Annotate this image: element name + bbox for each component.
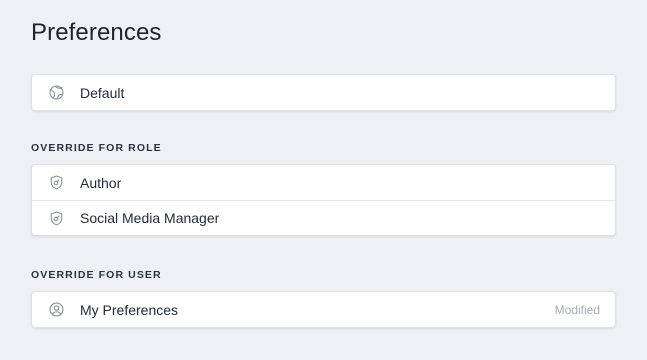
modified-badge: Modified: [554, 302, 600, 317]
override-user-heading: OVERRIDE FOR USER: [31, 269, 162, 281]
shield-icon: [47, 209, 65, 227]
default-preference-item[interactable]: Default: [32, 75, 615, 110]
user-circle-icon: [47, 301, 65, 319]
role-overrides-card: Author Social Media Manager: [31, 164, 616, 236]
globe-icon: [47, 84, 65, 102]
role-item-label: Author: [80, 174, 122, 191]
role-item-social-media-manager[interactable]: Social Media Manager: [32, 200, 615, 235]
user-item-label: My Preferences: [80, 301, 179, 318]
default-card: Default: [31, 74, 616, 111]
user-overrides-card: My Preferences Modified: [31, 291, 616, 328]
default-preference-label: Default: [80, 84, 125, 101]
role-item-author[interactable]: Author: [32, 165, 615, 200]
role-item-label: Social Media Manager: [80, 210, 220, 226]
preferences-page: Preferences Default OVERRIDE FOR ROLE Au…: [0, 0, 647, 360]
user-item-my-preferences[interactable]: My Preferences Modified: [32, 292, 615, 327]
page-title: Preferences: [31, 19, 162, 46]
shield-icon: [47, 174, 65, 192]
override-role-heading: OVERRIDE FOR ROLE: [31, 142, 162, 154]
